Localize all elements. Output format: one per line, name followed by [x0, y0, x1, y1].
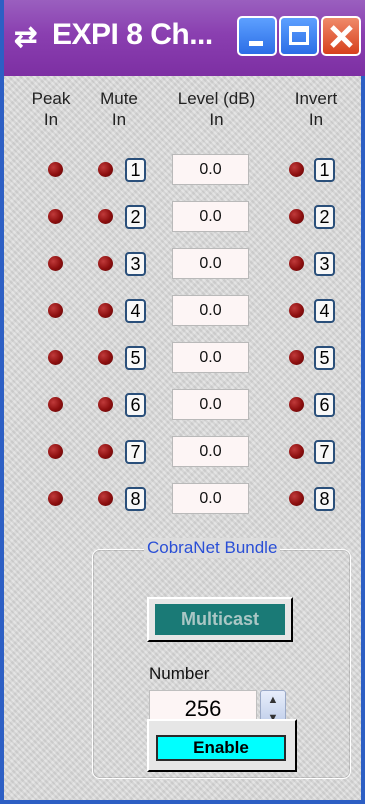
- mute-led-1: [98, 162, 113, 177]
- minimize-button[interactable]: [237, 16, 277, 56]
- mute-button-5[interactable]: 5: [125, 346, 146, 370]
- level-field-6[interactable]: 0.0: [172, 389, 249, 420]
- invert-button-4[interactable]: 4: [314, 299, 335, 323]
- header-level-in: Level (dB) In: [177, 89, 256, 129]
- invert-led-6: [289, 397, 304, 412]
- header-mute-in: Mute In: [100, 89, 138, 129]
- enable-button[interactable]: Enable: [147, 719, 297, 772]
- level-field-2[interactable]: 0.0: [172, 201, 249, 232]
- peak-led-4: [48, 303, 63, 318]
- close-button[interactable]: [321, 16, 361, 56]
- mute-button-7[interactable]: 7: [125, 440, 146, 464]
- invert-button-5[interactable]: 5: [314, 346, 335, 370]
- peak-led-8: [48, 491, 63, 506]
- invert-led-2: [289, 209, 304, 224]
- invert-button-2[interactable]: 2: [314, 205, 335, 229]
- peak-led-6: [48, 397, 63, 412]
- mute-led-5: [98, 350, 113, 365]
- peak-led-5: [48, 350, 63, 365]
- arrows-icon: ⇄: [14, 21, 38, 52]
- invert-led-4: [289, 303, 304, 318]
- mute-led-6: [98, 397, 113, 412]
- channel-window: ⇄ EXPI 8 Ch... Peak In Mute In Level (dB…: [0, 0, 365, 804]
- level-field-7[interactable]: 0.0: [172, 436, 249, 467]
- mute-button-1[interactable]: 1: [125, 158, 146, 182]
- enable-label: Enable: [156, 735, 286, 761]
- invert-button-3[interactable]: 3: [314, 252, 335, 276]
- mute-led-2: [98, 209, 113, 224]
- peak-led-7: [48, 444, 63, 459]
- level-field-5[interactable]: 0.0: [172, 342, 249, 373]
- invert-button-8[interactable]: 8: [314, 487, 335, 511]
- invert-button-1[interactable]: 1: [314, 158, 335, 182]
- mute-led-8: [98, 491, 113, 506]
- mute-led-7: [98, 444, 113, 459]
- invert-led-3: [289, 256, 304, 271]
- multicast-button[interactable]: Multicast: [147, 597, 293, 642]
- level-field-4[interactable]: 0.0: [172, 295, 249, 326]
- mute-button-3[interactable]: 3: [125, 252, 146, 276]
- header-invert-in: Invert In: [294, 89, 338, 129]
- cobranet-bundle-label: CobraNet Bundle: [144, 538, 281, 558]
- level-field-1[interactable]: 0.0: [172, 154, 249, 185]
- invert-led-1: [289, 162, 304, 177]
- invert-led-8: [289, 491, 304, 506]
- invert-button-6[interactable]: 6: [314, 393, 335, 417]
- spin-up-icon[interactable]: ▲: [261, 691, 285, 709]
- mute-led-4: [98, 303, 113, 318]
- mute-button-2[interactable]: 2: [125, 205, 146, 229]
- invert-button-7[interactable]: 7: [314, 440, 335, 464]
- mute-button-6[interactable]: 6: [125, 393, 146, 417]
- level-field-8[interactable]: 0.0: [172, 483, 249, 514]
- maximize-button[interactable]: [279, 16, 319, 56]
- peak-led-1: [48, 162, 63, 177]
- number-label: Number: [149, 664, 210, 683]
- peak-led-3: [48, 256, 63, 271]
- invert-led-5: [289, 350, 304, 365]
- multicast-label: Multicast: [155, 604, 285, 635]
- peak-led-2: [48, 209, 63, 224]
- title-bar[interactable]: ⇄ EXPI 8 Ch...: [4, 0, 365, 76]
- mute-button-8[interactable]: 8: [125, 487, 146, 511]
- header-peak-in: Peak In: [31, 89, 71, 129]
- invert-led-7: [289, 444, 304, 459]
- level-field-3[interactable]: 0.0: [172, 248, 249, 279]
- mute-led-3: [98, 256, 113, 271]
- window-title: EXPI 8 Ch...: [52, 18, 213, 51]
- mute-button-4[interactable]: 4: [125, 299, 146, 323]
